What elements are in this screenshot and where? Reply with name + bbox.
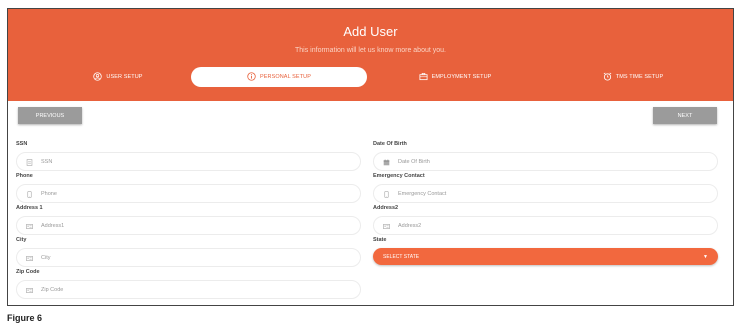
ssn-placeholder: SSN <box>41 158 53 165</box>
phone-field-group: Phone Phone <box>16 173 361 205</box>
tab-employment-setup[interactable]: EMPLOYMENT SETUP <box>385 67 525 87</box>
address2-input[interactable]: Address2 <box>373 216 718 235</box>
emergency-contact-field-group: Emergency Contact Emergency Contact <box>373 173 718 205</box>
ssn-field-group: SSN SSN <box>16 141 361 173</box>
page-subtitle: This information will let us know more a… <box>295 47 446 54</box>
zip-code-label: Zip Code <box>16 269 40 275</box>
date-of-birth-field-group: Date Of Birth Date Of Birth <box>373 141 718 173</box>
page-title: Add User <box>343 24 398 39</box>
tab-label: EMPLOYMENT SETUP <box>431 74 492 80</box>
city-field-group: City City <box>16 237 361 269</box>
phone-input[interactable]: Phone <box>16 184 361 203</box>
zip-code-field-group: Zip Code Zip Code <box>16 269 361 301</box>
date-of-birth-placeholder: Date Of Birth <box>398 158 430 165</box>
phone-icon <box>26 185 33 203</box>
emergency-contact-label: Emergency Contact <box>373 173 425 179</box>
emergency-contact-placeholder: Emergency Contact <box>398 190 447 197</box>
address-card-icon <box>26 217 33 235</box>
city-label: City <box>16 237 27 243</box>
id-card-icon <box>26 153 33 171</box>
tab-user-setup[interactable]: USER SETUP <box>48 67 188 87</box>
date-of-birth-label: Date Of Birth <box>373 141 407 147</box>
tab-tms-time-setup[interactable]: TMS TIME SETUP <box>563 67 703 87</box>
previous-button[interactable]: PREVIOUS <box>18 107 82 124</box>
next-button[interactable]: NEXT <box>653 107 717 124</box>
phone-label: Phone <box>16 173 33 179</box>
form-right-column: Date Of Birth Date Of Birth Emergency Co… <box>373 141 718 269</box>
date-of-birth-input[interactable]: Date Of Birth <box>373 152 718 171</box>
tab-label: TMS TIME SETUP <box>615 74 664 80</box>
zip-code-input[interactable]: Zip Code <box>16 280 361 299</box>
tab-label: USER SETUP <box>106 74 143 80</box>
state-label: State <box>373 237 387 243</box>
phone-icon <box>383 185 390 203</box>
info-circle-icon <box>247 71 256 83</box>
emergency-contact-input[interactable]: Emergency Contact <box>373 184 718 203</box>
phone-placeholder: Phone <box>41 190 57 197</box>
state-select[interactable]: SELECT STATE ▼ <box>373 248 718 265</box>
add-user-panel: Add User This information will let us kn… <box>7 8 734 306</box>
address2-field-group: Address2 Address2 <box>373 205 718 237</box>
tab-label: PERSONAL SETUP <box>259 74 311 80</box>
address-card-icon <box>383 217 390 235</box>
address-card-icon <box>26 281 33 299</box>
address-card-icon <box>26 249 33 267</box>
form-left-column: SSN SSN Phone Phone Address 1 Address1 C… <box>16 141 361 301</box>
city-input[interactable]: City <box>16 248 361 267</box>
figure-caption: Figure 6 <box>7 313 43 323</box>
user-circle-icon <box>93 71 103 83</box>
address1-label: Address 1 <box>16 205 43 211</box>
wizard-tabs: USER SETUP PERSONAL SETUP EMPLOYMENT SET… <box>8 67 733 87</box>
ssn-label: SSN <box>16 141 28 147</box>
calendar-icon <box>383 153 390 171</box>
address2-placeholder: Address2 <box>398 222 422 229</box>
address1-input[interactable]: Address1 <box>16 216 361 235</box>
alarm-clock-icon <box>603 72 612 83</box>
ssn-input[interactable]: SSN <box>16 152 361 171</box>
briefcase-icon <box>419 72 428 83</box>
state-field-group: State SELECT STATE ▼ <box>373 237 718 269</box>
caret-down-icon: ▼ <box>703 253 708 260</box>
tab-personal-setup[interactable]: PERSONAL SETUP <box>191 67 367 87</box>
state-select-value: SELECT STATE <box>383 253 420 260</box>
address1-field-group: Address 1 Address1 <box>16 205 361 237</box>
address2-label: Address2 <box>373 205 399 211</box>
city-placeholder: City <box>41 254 51 261</box>
address1-placeholder: Address1 <box>41 222 65 229</box>
header: Add User This information will let us kn… <box>8 9 733 101</box>
zip-code-placeholder: Zip Code <box>41 286 64 293</box>
